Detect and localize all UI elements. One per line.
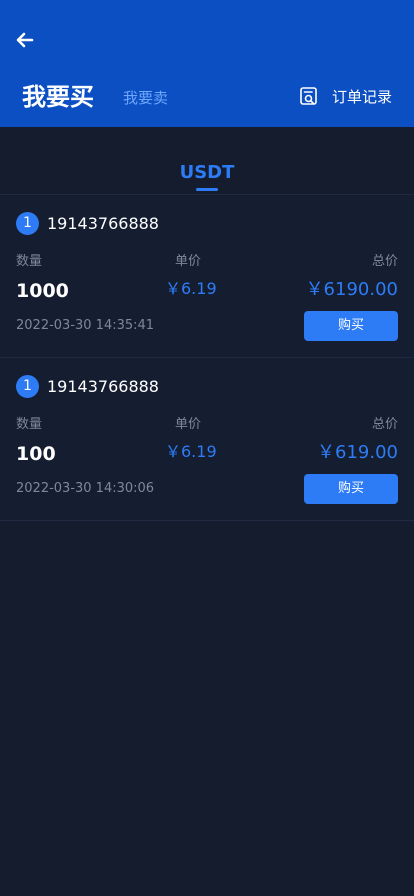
seller-phone: 19143766888 [47, 377, 159, 396]
total-price-value: ￥619.00 [317, 442, 398, 463]
listing-date: 2022-03-30 14:35:41 [16, 318, 155, 333]
order-record-button[interactable]: 订单记录 [299, 84, 392, 108]
tab-active-indicator [196, 188, 218, 191]
sell-tab-link[interactable]: 我要卖 [123, 89, 168, 107]
total-price-label: 总价 [371, 254, 398, 269]
header: 我要买 我要卖 订单记录 [0, 0, 414, 127]
order-record-icon [300, 87, 317, 105]
tab-usdt[interactable]: USDT [0, 162, 414, 183]
listing-card: 1 19143766888 数量 单价 总价 100 ￥6.19 ￥619.00… [0, 358, 414, 521]
quantity-label: 数量 [16, 254, 43, 269]
listing-card: 1 19143766888 数量 单价 总价 1000 ￥6.19 ￥6190.… [0, 195, 414, 358]
unit-price-value: ￥6.19 [165, 279, 217, 298]
quantity-label: 数量 [16, 417, 43, 432]
total-price-label: 总价 [371, 417, 398, 432]
unit-price-value: ￥6.19 [165, 442, 217, 461]
unit-price-label: 单价 [175, 254, 202, 269]
quantity-value: 100 [16, 443, 56, 465]
tab-bar: USDT [0, 127, 414, 195]
rank-badge: 1 [16, 375, 39, 398]
quantity-value: 1000 [16, 280, 69, 302]
unit-price-label: 单价 [175, 417, 202, 432]
page: 我要买 我要卖 订单记录 USDT 1 19143766888 数量 单价 总价… [0, 0, 414, 896]
total-price-value: ￥6190.00 [305, 279, 398, 300]
rank-badge: 1 [16, 212, 39, 235]
order-record-label: 订单记录 [331, 87, 392, 106]
seller-phone: 19143766888 [47, 214, 159, 233]
back-button[interactable] [14, 30, 36, 50]
back-arrow-icon [16, 32, 34, 48]
listing-date: 2022-03-30 14:30:06 [16, 481, 155, 496]
buy-button[interactable]: 购买 [304, 311, 398, 341]
page-title: 我要买 [22, 83, 94, 111]
buy-button[interactable]: 购买 [304, 474, 398, 504]
